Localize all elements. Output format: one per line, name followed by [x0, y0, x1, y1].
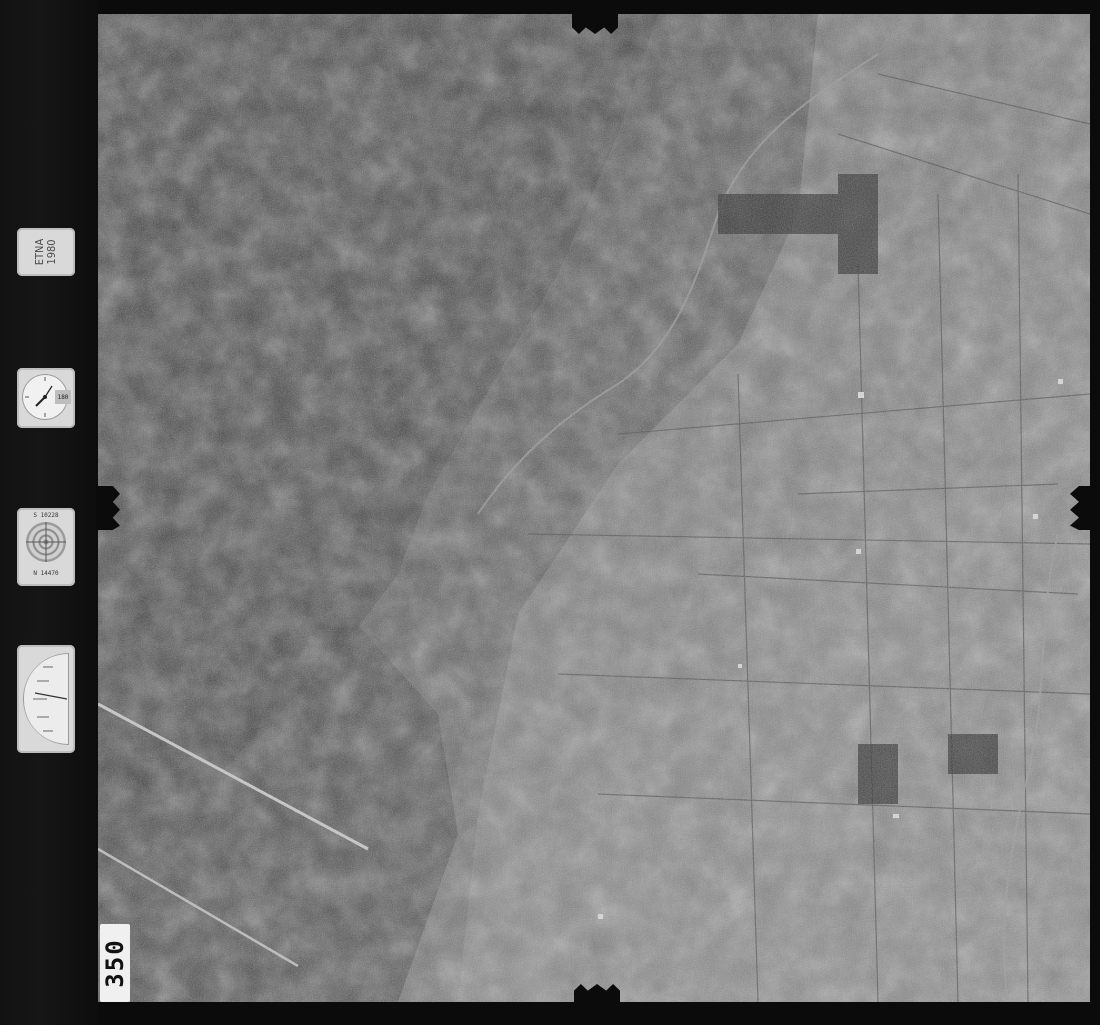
fiducial-mark-top [572, 12, 618, 34]
frame-number-text: 350 [101, 938, 129, 988]
clock-counter: 180 [55, 390, 71, 404]
compass-instrument: S 10228 N 14470 [17, 508, 75, 586]
altimeter-dial-icon [23, 653, 69, 745]
film-frame: ETNA 1980 180 S 10228 N 14470 350 [0, 0, 1100, 1025]
compass-bottom-label: N 14470 [33, 570, 59, 577]
mission-label-text: ETNA 1980 [33, 238, 58, 266]
fiducial-mark-bottom [574, 984, 620, 1006]
clock-instrument: 180 [17, 368, 75, 428]
compass-top-label: S 10228 [33, 512, 59, 519]
mission-label-card: ETNA 1980 [17, 228, 75, 276]
aerial-photograph [98, 14, 1090, 1002]
altimeter-instrument [17, 645, 75, 753]
compass-rose-icon [26, 522, 66, 562]
fiducial-mark-left [96, 486, 120, 530]
fiducial-mark-right [1070, 486, 1100, 530]
frame-number-label: 350 [100, 924, 130, 1002]
